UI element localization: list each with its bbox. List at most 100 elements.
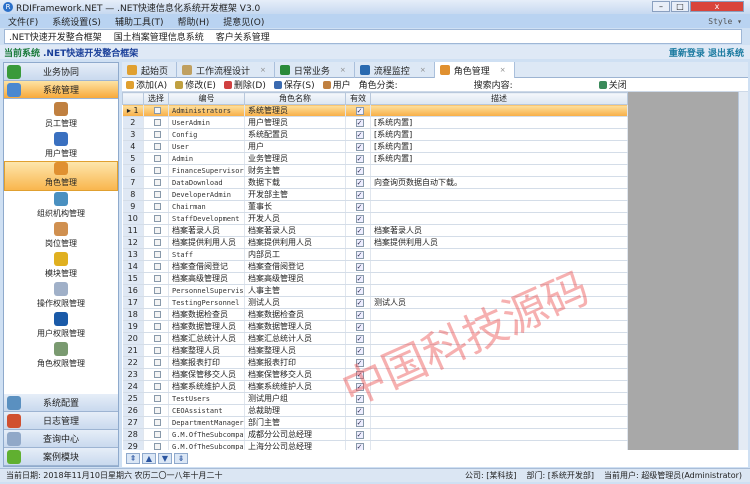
select-checkbox[interactable] xyxy=(154,107,161,114)
enabled-checkbox[interactable]: ✓ xyxy=(355,431,364,439)
enabled-checkbox[interactable]: ✓ xyxy=(355,107,364,115)
select-cell[interactable] xyxy=(143,248,169,261)
tab-item[interactable]: 流程监控 × xyxy=(355,62,435,78)
tab-close-icon[interactable]: × xyxy=(500,66,506,74)
select-checkbox[interactable] xyxy=(154,251,161,258)
select-checkbox[interactable] xyxy=(154,287,161,294)
select-checkbox[interactable] xyxy=(154,275,161,282)
tab-item[interactable]: 角色管理 × xyxy=(434,62,515,78)
select-cell[interactable] xyxy=(143,200,169,213)
select-cell[interactable] xyxy=(143,224,169,237)
add-button[interactable]: 添加(A) xyxy=(126,78,167,91)
enabled-checkbox[interactable]: ✓ xyxy=(355,263,364,271)
select-checkbox[interactable] xyxy=(154,407,161,414)
select-cell[interactable] xyxy=(143,152,169,165)
select-cell[interactable] xyxy=(143,260,169,273)
select-checkbox[interactable] xyxy=(154,155,161,162)
select-checkbox[interactable] xyxy=(154,131,161,138)
sidebar-section[interactable]: 系统配置 xyxy=(4,394,118,412)
select-checkbox[interactable] xyxy=(154,335,161,342)
enabled-checkbox[interactable]: ✓ xyxy=(355,155,364,163)
sidebar-item[interactable]: 模块管理 xyxy=(4,251,118,281)
quick-link[interactable]: 客户关系管理 xyxy=(216,30,270,43)
column-header-code[interactable]: 编号 xyxy=(168,92,245,105)
select-checkbox[interactable] xyxy=(154,215,161,222)
menu-file[interactable]: 文件(F) xyxy=(8,15,38,28)
next-page-button[interactable]: ▼ xyxy=(158,453,172,464)
select-cell[interactable] xyxy=(143,332,169,345)
select-cell[interactable] xyxy=(143,404,169,417)
enabled-checkbox[interactable]: ✓ xyxy=(355,179,364,187)
select-checkbox[interactable] xyxy=(154,359,161,366)
menu-tools[interactable]: 辅助工具(T) xyxy=(115,15,164,28)
users-button[interactable]: 用户 xyxy=(322,78,351,91)
tab-close-icon[interactable]: × xyxy=(260,66,266,74)
select-checkbox[interactable] xyxy=(154,179,161,186)
select-cell[interactable] xyxy=(143,320,169,333)
enabled-checkbox[interactable]: ✓ xyxy=(355,287,364,295)
sidebar-item[interactable]: 用户权限管理 xyxy=(4,311,118,341)
table-row[interactable]: 13 Staff 内部员工 ✓ xyxy=(122,248,628,261)
column-header-select[interactable]: 选择 xyxy=(143,92,169,105)
select-checkbox[interactable] xyxy=(154,203,161,210)
column-header-enabled[interactable]: 有效 xyxy=(345,92,371,105)
enabled-checkbox[interactable]: ✓ xyxy=(355,203,364,211)
sidebar-section[interactable]: 业务协同 xyxy=(4,63,118,81)
select-cell[interactable] xyxy=(143,140,169,153)
sidebar-section[interactable]: 系统管理 xyxy=(4,81,118,99)
menu-feedback[interactable]: 提意见(O) xyxy=(223,15,264,28)
enabled-checkbox[interactable]: ✓ xyxy=(355,215,364,223)
enabled-checkbox[interactable]: ✓ xyxy=(355,251,364,259)
select-cell[interactable] xyxy=(143,116,169,129)
table-row[interactable]: 7 DataDownload 数据下载 ✓ 向查询页数据自动下载。 xyxy=(122,176,628,189)
table-row[interactable]: 29 G.M.OfTheSubcompa...上海分公司总经理 ✓ xyxy=(122,440,628,450)
sidebar-item[interactable]: 组织机构管理 xyxy=(4,191,118,221)
tab-close-icon[interactable]: × xyxy=(420,66,426,74)
select-checkbox[interactable] xyxy=(154,395,161,402)
select-checkbox[interactable] xyxy=(154,119,161,126)
select-cell[interactable] xyxy=(143,392,169,405)
tab-item[interactable]: 日常业务 × xyxy=(275,62,355,78)
select-cell[interactable] xyxy=(143,212,169,225)
select-checkbox[interactable] xyxy=(154,263,161,270)
table-row[interactable]: 11 档案著录人员 档案著录人员 ✓ 档案著录人员 xyxy=(122,224,628,237)
select-checkbox[interactable] xyxy=(154,227,161,234)
select-checkbox[interactable] xyxy=(154,191,161,198)
tab-item[interactable]: 起始页 xyxy=(122,62,178,78)
table-row[interactable]: 12 档案提供利用人员 档案提供利用人员 ✓ 档案提供利用人员 xyxy=(122,236,628,249)
vertical-scrollbar[interactable] xyxy=(738,92,748,450)
tab-close-icon[interactable]: × xyxy=(340,66,346,74)
select-checkbox[interactable] xyxy=(154,371,161,378)
table-row[interactable]: 10 StaffDevelopment 开发人员 ✓ xyxy=(122,212,628,225)
select-cell[interactable] xyxy=(143,356,169,369)
quick-link[interactable]: 国土档案管理信息系统 xyxy=(114,30,204,43)
tab-item[interactable]: 工作流程设计 × xyxy=(177,62,275,78)
select-cell[interactable] xyxy=(143,236,169,249)
enabled-checkbox[interactable]: ✓ xyxy=(355,323,364,331)
enabled-checkbox[interactable]: ✓ xyxy=(355,191,364,199)
menu-settings[interactable]: 系统设置(S) xyxy=(52,15,101,28)
style-dropdown[interactable]: Style ▾ xyxy=(708,17,742,26)
table-row[interactable]: 5 Admin 业务管理员 ✓ [系统内置] xyxy=(122,152,628,165)
select-checkbox[interactable] xyxy=(154,431,161,438)
enabled-checkbox[interactable]: ✓ xyxy=(355,167,364,175)
exit-link[interactable]: 退出系统 xyxy=(708,49,744,59)
table-row[interactable]: 9 Chairman 董事长 ✓ xyxy=(122,200,628,213)
table-row[interactable]: 28 G.M.OfTheSubcompa...成都分公司总经理 ✓ xyxy=(122,428,628,441)
sidebar-item[interactable]: 用户管理 xyxy=(4,131,118,161)
select-cell[interactable] xyxy=(143,272,169,285)
sidebar-item[interactable]: 角色权限管理 xyxy=(4,341,118,371)
minimize-button[interactable]: – xyxy=(652,1,670,12)
delete-button[interactable]: 删除(D) xyxy=(223,78,266,91)
enabled-checkbox[interactable]: ✓ xyxy=(355,227,364,235)
close-button[interactable]: 关闭 xyxy=(598,78,627,91)
table-row[interactable]: 3 Config 系统配置员 ✓ [系统内置] xyxy=(122,128,628,141)
enabled-checkbox[interactable]: ✓ xyxy=(355,419,364,427)
select-cell[interactable] xyxy=(143,416,169,429)
sidebar-section[interactable]: 日志管理 xyxy=(4,412,118,430)
relogin-link[interactable]: 重新登录 xyxy=(669,49,705,59)
close-window-button[interactable]: x xyxy=(690,1,744,12)
previous-page-button[interactable]: ▲ xyxy=(142,453,156,464)
enabled-checkbox[interactable]: ✓ xyxy=(355,239,364,247)
select-cell[interactable] xyxy=(143,176,169,189)
